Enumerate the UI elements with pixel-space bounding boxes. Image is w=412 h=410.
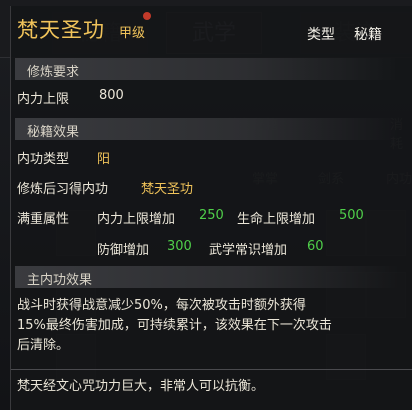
tooltip-header: 梵天圣功 甲级 类型 秘籍: [11, 6, 412, 50]
attr-name: 武学常识增加: [209, 243, 288, 258]
attr-value: 250: [199, 208, 224, 223]
main-effect-line: 后清除。: [17, 338, 70, 353]
attr-value: 60: [307, 239, 324, 254]
skill-type-value: 阳: [97, 152, 111, 167]
flavor-text: 梵天经文心咒功力巨大，非常人可以抗衡。: [17, 379, 265, 394]
new-badge-dot: [143, 12, 151, 20]
learns-label: 修炼后习得内功: [17, 182, 109, 197]
requirement-label: 内力上限: [17, 92, 70, 107]
skill-type-label: 内功类型: [17, 152, 70, 167]
attr-name: 内力上限增加: [97, 212, 176, 227]
attr-name: 生命上限增加: [237, 212, 316, 227]
requirement-value: 800: [99, 88, 124, 103]
section-requirements: 修炼要求: [15, 58, 399, 80]
item-tooltip: 梵天圣功 甲级 类型 秘籍 修炼要求 内力上限 800 秘籍效果 内功类型 阳 …: [10, 6, 412, 410]
item-type-value: 秘籍: [354, 27, 382, 43]
item-type-label: 类型: [307, 27, 335, 43]
main-effect-line: 15%最终伤害加成，可持续累计，该效果在下一次攻击: [17, 318, 332, 333]
learns-value: 梵天圣功: [141, 182, 194, 197]
section-main-effect-title: 主内功效果: [27, 273, 93, 288]
section-requirements-title: 修炼要求: [27, 65, 80, 80]
attr-value: 500: [339, 208, 364, 223]
section-effects: 秘籍效果: [15, 118, 399, 140]
item-rank: 甲级: [119, 26, 146, 41]
main-effect-line: 战斗时获得战意减少50%，每次被攻击时额外获得: [17, 298, 306, 313]
section-effects-title: 秘籍效果: [27, 125, 80, 140]
section-main-effect: 主内功效果: [15, 266, 399, 288]
attr-value: 300: [167, 239, 192, 254]
item-title: 梵天圣功: [17, 18, 105, 42]
attr-name: 防御增加: [97, 243, 150, 258]
tooltip-divider: [11, 369, 412, 370]
full-attr-label: 满重属性: [17, 212, 70, 227]
